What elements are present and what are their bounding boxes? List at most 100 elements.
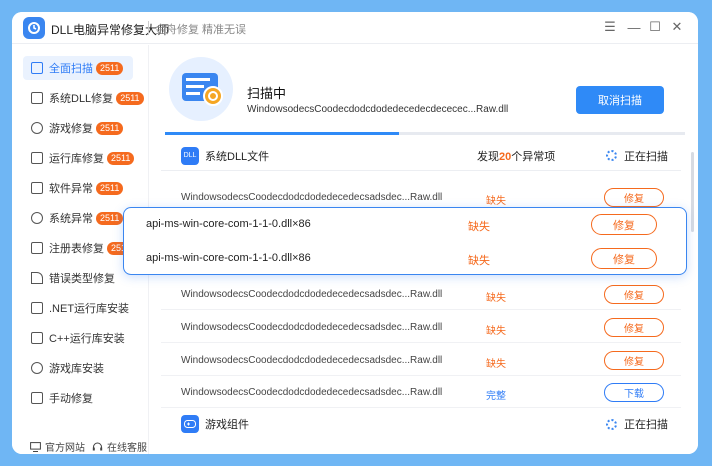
support-label: 在线客服	[107, 443, 147, 454]
found-number: 20	[499, 150, 512, 163]
registry-icon	[31, 242, 43, 254]
scan-icon	[31, 62, 43, 74]
sidebar-item-system-dll[interactable]: 系统DLL修复 2511	[23, 86, 144, 110]
sidebar-item-label: .NET运行库安装	[49, 303, 130, 315]
dll-file-name: WindowsodecsCoodecdodcdodedecedecsadsdec…	[181, 322, 443, 333]
group-name: 系统DLL文件	[205, 150, 270, 163]
sidebar-footer: 官方网站 在线客服	[12, 439, 148, 454]
dll-icon	[31, 92, 43, 104]
repair-button[interactable]: 修复	[604, 188, 664, 207]
manual-fix-icon	[31, 392, 43, 404]
group-header-game-components[interactable]: 游戏组件 正在扫描	[161, 409, 681, 439]
count-badge: 2511	[96, 121, 124, 135]
website-label: 官方网站	[45, 443, 85, 454]
minimize-button[interactable]: —	[625, 18, 643, 36]
cpp-icon	[31, 332, 43, 344]
file-status: 缺失	[468, 255, 490, 267]
maximize-button[interactable]: ☐	[646, 18, 664, 36]
scan-progress-bar	[165, 132, 685, 135]
support-link[interactable]: 在线客服	[92, 439, 147, 454]
sidebar-item-label: 游戏库安装	[49, 363, 104, 375]
headset-icon	[92, 442, 103, 450]
file-status: 缺失	[468, 221, 490, 233]
sidebar-item-label: 软件异常	[49, 183, 93, 195]
file-status: 缺失	[486, 293, 506, 304]
dll-file-name: WindowsodecsCoodecdodcdodedecedecsadsdec…	[181, 355, 443, 366]
sidebar-item-software-error[interactable]: 软件异常 2511	[23, 176, 133, 200]
dll-file-name: api-ms-win-core-com-1-1-0.dll×86	[146, 252, 311, 264]
scan-illustration-icon	[169, 57, 233, 121]
group-found-count: 发现20个异常项	[477, 148, 555, 164]
count-badge: 2511	[116, 91, 144, 105]
sidebar-item-registry-fix[interactable]: 注册表修复 2511	[23, 236, 135, 260]
title-divider	[148, 21, 149, 35]
found-suffix: 个异常项	[511, 150, 556, 163]
sidebar-item-label: 游戏修复	[49, 123, 93, 135]
sidebar-item-label: 手动修复	[49, 393, 93, 405]
close-button[interactable]: ✕	[668, 18, 686, 36]
download-button[interactable]: 下载	[604, 383, 664, 402]
repair-button[interactable]: 修复	[591, 248, 657, 269]
sidebar-item-error-type-fix[interactable]: 错误类型修复	[23, 266, 133, 290]
current-scan-file: WindowsodecsCoodecdodcdodedecedecdececec…	[247, 104, 509, 115]
count-badge: 2511	[107, 151, 135, 165]
count-badge: 2511	[96, 61, 124, 75]
scan-status-title: 扫描中	[247, 86, 287, 101]
file-status: 完整	[486, 391, 506, 402]
app-logo-icon	[23, 17, 45, 39]
sidebar-item-label: C++运行库安装	[49, 333, 125, 345]
cancel-scan-button[interactable]: 取消扫描	[576, 86, 664, 114]
app-slogan: 金舟修复 精准无误	[155, 24, 247, 36]
sidebar-item-label: 运行库修复	[49, 153, 104, 165]
website-link[interactable]: 官方网站	[30, 439, 85, 454]
sidebar-item-manual-fix[interactable]: 手动修复	[23, 386, 133, 410]
sidebar-item-label: 注册表修复	[49, 243, 104, 255]
net-icon	[31, 302, 43, 314]
repair-button[interactable]: 修复	[604, 285, 664, 304]
sidebar-item-label: 全面扫描	[49, 63, 93, 75]
file-status: 缺失	[486, 326, 506, 337]
gear-icon	[31, 212, 43, 224]
group-status: 正在扫描	[624, 150, 668, 163]
game-library-icon	[31, 362, 43, 374]
sidebar-item-cpp-install[interactable]: C++运行库安装	[23, 326, 133, 350]
runtime-icon	[31, 152, 43, 164]
dll-file-name: WindowsodecsCoodecdodcdodedecedecsadsdec…	[181, 387, 443, 398]
repair-button[interactable]: 修复	[604, 351, 664, 370]
repair-button[interactable]: 修复	[604, 318, 664, 337]
file-status: 缺失	[486, 196, 506, 207]
dll-file-name: api-ms-win-core-com-1-1-0.dll×86	[146, 218, 311, 230]
software-icon	[31, 182, 43, 194]
found-prefix: 发现	[477, 150, 499, 163]
sidebar-item-label: 系统DLL修复	[49, 93, 114, 105]
table-row: WindowsodecsCoodecdodcdodedecedecsadsdec…	[161, 378, 681, 408]
scrollbar[interactable]	[691, 152, 694, 232]
group-header-system-dll[interactable]: DLL 系统DLL文件 发现20个异常项 正在扫描	[161, 141, 681, 171]
sidebar-item-game-library[interactable]: 游戏库安装	[23, 356, 133, 380]
error-icon	[31, 272, 43, 284]
table-row: WindowsodecsCoodecdodcdodedecedecsadsdec…	[161, 346, 681, 376]
highlighted-rows-callout: api-ms-win-core-com-1-1-0.dll×86 缺失 修复 a…	[123, 207, 687, 275]
table-row: api-ms-win-core-com-1-1-0.dll×86 缺失 修复	[124, 242, 686, 275]
file-status: 缺失	[486, 359, 506, 370]
loading-spinner-icon	[606, 150, 617, 161]
dll-file-name: WindowsodecsCoodecdodcdodedecedecsadsdec…	[181, 192, 443, 203]
monitor-icon	[30, 441, 41, 452]
scan-result-list: DLL 系统DLL文件 发现20个异常项 正在扫描 WindowsodecsCo…	[161, 139, 689, 454]
repair-button[interactable]: 修复	[591, 214, 657, 235]
sidebar-item-game-fix[interactable]: 游戏修复 2511	[23, 116, 133, 140]
count-badge: 2511	[96, 181, 124, 195]
sidebar-item-system-error[interactable]: 系统异常 2511	[23, 206, 133, 230]
scan-progress-fill	[165, 132, 399, 135]
sidebar-item-net-install[interactable]: .NET运行库安装	[23, 296, 133, 320]
sidebar-item-runtime-fix[interactable]: 运行库修复 2511	[23, 146, 135, 170]
group-name: 游戏组件	[205, 419, 249, 431]
sidebar-item-full-scan[interactable]: 全面扫描 2511	[23, 56, 133, 80]
menu-icon[interactable]: ☰	[601, 18, 619, 36]
app-title: DLL电脑异常修复大师	[51, 23, 170, 37]
title-bar: DLL电脑异常修复大师 金舟修复 精准无误 ☰ — ☐ ✕	[12, 12, 698, 44]
group-status: 正在扫描	[624, 419, 668, 431]
count-badge: 2511	[96, 211, 124, 225]
table-row: WindowsodecsCoodecdodcdodedecedecsadsdec…	[161, 280, 681, 310]
dll-file-name: WindowsodecsCoodecdodcdodedecedecsadsdec…	[181, 289, 443, 300]
